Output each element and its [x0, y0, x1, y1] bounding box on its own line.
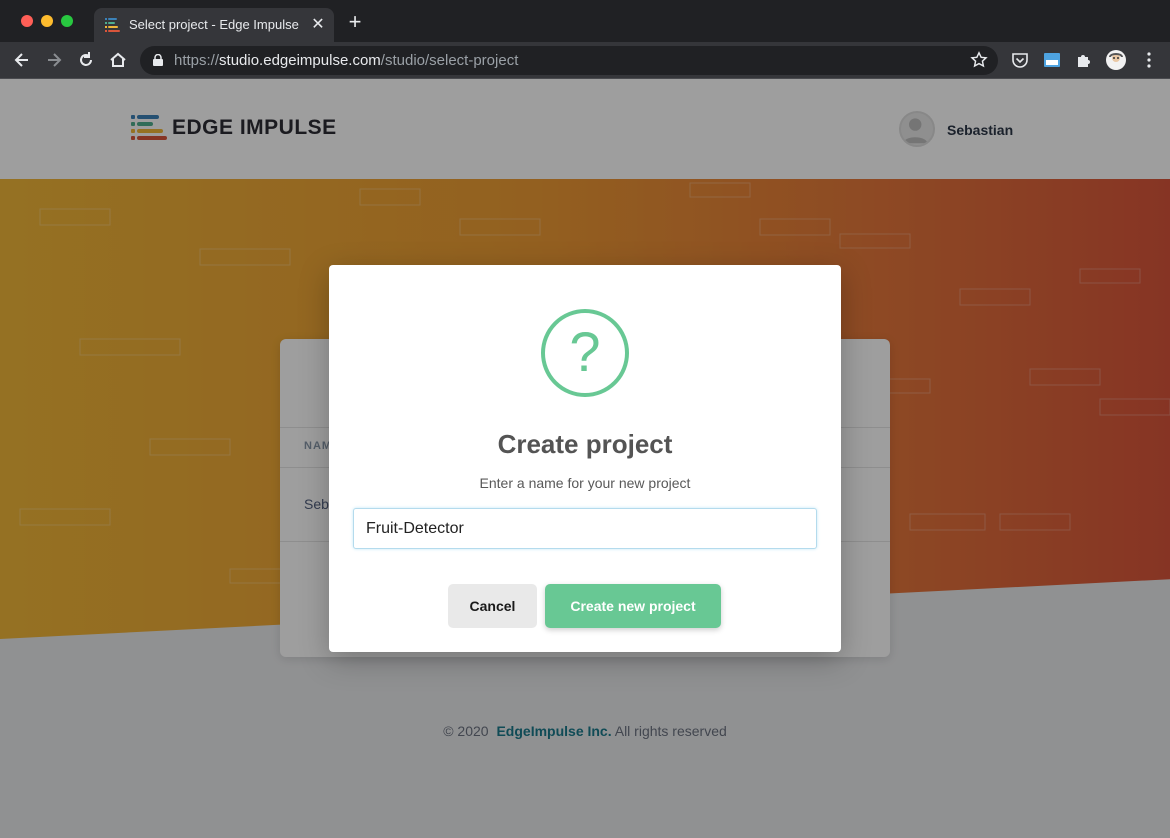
browser-toolbar: https://studio.edgeimpulse.com/studio/se… — [0, 42, 1170, 79]
question-icon: ? — [541, 309, 629, 397]
bookmark-star-icon[interactable] — [970, 51, 988, 69]
extensions-puzzle-icon[interactable] — [1075, 51, 1093, 69]
tab-close-icon[interactable]: ✕ — [310, 14, 326, 34]
url-path: /studio/select-project — [380, 52, 519, 69]
new-tab-button[interactable]: + — [344, 11, 366, 33]
question-mark-glyph: ? — [569, 320, 601, 383]
address-bar[interactable]: https://studio.edgeimpulse.com/studio/se… — [140, 46, 998, 75]
browser-menu-icon[interactable] — [1140, 51, 1158, 69]
lock-icon — [153, 54, 163, 66]
dialog-subtitle: Enter a name for your new project — [479, 475, 691, 491]
cancel-button[interactable]: Cancel — [448, 584, 537, 628]
maximize-window-button[interactable] — [61, 15, 73, 27]
back-icon[interactable] — [12, 50, 32, 70]
dialog-title: Create project — [497, 429, 673, 459]
create-project-button[interactable]: Create new project — [545, 584, 721, 628]
url-text: https://studio.edgeimpulse.com/studio/se… — [174, 52, 518, 69]
home-icon[interactable] — [108, 50, 128, 70]
tab-title: Select project - Edge Impulse — [129, 17, 299, 32]
reload-icon[interactable] — [76, 50, 96, 70]
project-name-input[interactable] — [353, 508, 817, 549]
create-project-dialog: ? Create project Enter a name for your n… — [329, 265, 841, 652]
close-window-button[interactable] — [21, 15, 33, 27]
forward-icon[interactable] — [44, 50, 64, 70]
browser-titlebar: Select project - Edge Impulse ✕ + — [0, 0, 1170, 42]
url-host: studio.edgeimpulse.com — [219, 52, 381, 69]
minimize-window-button[interactable] — [41, 15, 53, 27]
url-scheme: https:// — [174, 52, 220, 69]
extension-window-icon[interactable] — [1043, 51, 1061, 69]
browser-tab[interactable]: Select project - Edge Impulse ✕ — [94, 8, 334, 42]
pocket-icon[interactable] — [1011, 51, 1029, 69]
profile-avatar-icon[interactable] — [1106, 50, 1126, 70]
edge-impulse-favicon-icon — [105, 18, 120, 32]
